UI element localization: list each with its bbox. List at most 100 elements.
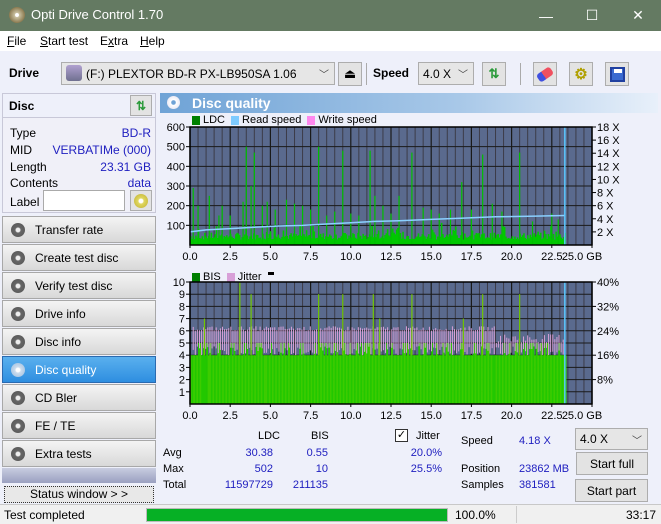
jitter-checkbox[interactable]: ✓ <box>395 429 408 442</box>
menu-file[interactable]: File <box>7 34 26 48</box>
menu-bar: File Start test Extra Help <box>0 31 661 51</box>
cd-icon <box>134 193 148 208</box>
start-full-button[interactable]: Start full <box>576 452 648 475</box>
nav-label: Drive info <box>35 306 86 321</box>
menu-extra[interactable]: Extra <box>100 34 128 48</box>
disc-icon <box>11 334 25 349</box>
refresh-button[interactable]: ⇅ <box>482 62 506 86</box>
position-value: 23862 MB <box>519 463 570 475</box>
position-label: Position <box>461 463 501 475</box>
total-label: Total <box>163 479 187 491</box>
save-button[interactable] <box>605 62 629 86</box>
y2-tick-label: 40% <box>597 277 619 289</box>
y2-tick-label: 16 X <box>597 135 620 147</box>
refresh-arrows-icon: ⇅ <box>488 66 500 81</box>
y-tick-label: 9 <box>179 289 185 301</box>
minimize-button[interactable]: — <box>523 0 569 31</box>
x-tick-label: 7.5 <box>303 251 318 263</box>
status-text: Test completed <box>4 508 85 522</box>
x-tick-label: 15.0 <box>420 251 441 263</box>
x-tick-label: 22.5 <box>541 410 562 422</box>
nav-extra-tests[interactable]: Extra tests <box>2 440 156 467</box>
nav-cd-bler[interactable]: CD Bler <box>2 384 156 411</box>
y-tick-label: 10 <box>173 277 185 289</box>
title-bar: Opti Drive Control 1.70 — ☐ ✕ <box>0 0 661 31</box>
menu-start-test[interactable]: Start test <box>40 34 88 48</box>
nav-label: Create test disc <box>35 250 119 265</box>
disc-quality-panel: Disc quality LDC Read speed Write speed … <box>158 91 661 504</box>
eraser-icon <box>535 65 555 83</box>
menu-help[interactable]: Help <box>140 34 165 48</box>
panel-title: Disc quality <box>192 95 271 111</box>
length-label: Length <box>10 160 47 174</box>
x-tick-label: 15.0 <box>420 410 441 422</box>
disc-label-button[interactable] <box>130 190 152 211</box>
y-tick-label: 500 <box>167 142 185 154</box>
avg-bis: 0.55 <box>306 447 328 459</box>
y-tick-label: 3 <box>179 362 185 374</box>
drive-value: (F:) PLEXTOR BD-R PX-LB950SA 1.06 <box>86 66 297 81</box>
label-label: Label <box>10 195 40 209</box>
x-tick-label: 5.0 <box>263 410 278 422</box>
nav-fe-te[interactable]: FE / TE <box>2 412 156 439</box>
elapsed-time: 33:17 <box>626 508 657 522</box>
erase-button[interactable] <box>533 62 557 86</box>
nav-transfer-rate[interactable]: Transfer rate <box>2 216 156 243</box>
gears-icon: ⚙ <box>574 66 588 83</box>
disc-refresh-button[interactable]: ⇅ <box>130 95 152 116</box>
nav-create-test-disc[interactable]: Create test disc <box>2 244 156 271</box>
contents-label: Contents <box>10 176 59 190</box>
max-ldc: 502 <box>254 463 273 475</box>
panel-header: Disc quality <box>160 93 658 113</box>
window-title: Opti Drive Control 1.70 <box>31 7 164 22</box>
app-icon <box>9 7 25 23</box>
y2-tick-label: 24% <box>597 326 619 338</box>
speed-label: Speed <box>373 66 410 80</box>
maximize-button[interactable]: ☐ <box>569 0 615 31</box>
x-tick-label: 0.0 <box>182 410 197 422</box>
y2-tick-label: 14 X <box>597 148 620 160</box>
x-tick-label: 2.5 <box>223 410 238 422</box>
samples-value: 381581 <box>519 479 556 491</box>
total-ldc: 11597729 <box>224 479 273 491</box>
y2-tick-label: 10 X <box>597 174 620 186</box>
samples-label: Samples <box>461 479 504 491</box>
menu-start-accel: S <box>40 34 49 48</box>
close-button[interactable]: ✕ <box>615 0 661 31</box>
speed-select[interactable]: 4.0 X ﹀ <box>418 62 474 85</box>
x-tick-label: 12.5 <box>380 410 401 422</box>
status-window-button[interactable]: Status window > > <box>4 486 154 503</box>
start-part-button[interactable]: Start part <box>575 479 648 502</box>
nav-label: Disc info <box>35 334 82 349</box>
nav-verify-test-disc[interactable]: Verify test disc <box>2 272 156 299</box>
nav-disc-info[interactable]: Disc info <box>2 328 156 355</box>
disc-icon <box>11 250 25 265</box>
length-value: 23.31 GB <box>100 160 151 174</box>
disc-icon <box>11 362 25 377</box>
y2-tick-label: 8 X <box>597 188 614 200</box>
speed-label: Speed <box>461 435 493 447</box>
y2-tick-label: 16% <box>597 350 619 362</box>
max-jitter: 25.5% <box>410 463 442 475</box>
type-label: Type <box>10 126 37 140</box>
nav-drive-info[interactable]: Drive info <box>2 300 156 327</box>
y-tick-label: 300 <box>167 181 185 193</box>
settings-button[interactable]: ⚙ <box>569 62 593 86</box>
disc-icon <box>11 278 25 293</box>
floppy-save-icon <box>609 66 625 82</box>
menu-extra-pre: E <box>100 34 109 48</box>
left-panel: Disc ⇅ Type BD-R MID VERBATIMe (000) Len… <box>0 91 158 504</box>
disc-header-label: Disc <box>9 99 35 113</box>
speed-value: 4.18 X <box>519 435 551 447</box>
eject-button[interactable]: ⏏ <box>338 62 362 86</box>
disc-label-input[interactable] <box>43 190 125 211</box>
nav-disc-quality[interactable]: Disc quality <box>2 356 156 383</box>
menu-file-rest: ile <box>14 34 27 48</box>
total-bis: 211135 <box>292 479 328 491</box>
x-tick-label: 22.5 <box>541 251 562 263</box>
test-speed-select[interactable]: 4.0 X ﹀ <box>575 428 648 450</box>
nav-filler <box>2 468 156 483</box>
drive-select[interactable]: (F:) PLEXTOR BD-R PX-LB950SA 1.06 ﹀ <box>61 62 335 85</box>
toolbar-separator <box>366 63 367 85</box>
x-tick-label: 2.5 <box>223 251 238 263</box>
